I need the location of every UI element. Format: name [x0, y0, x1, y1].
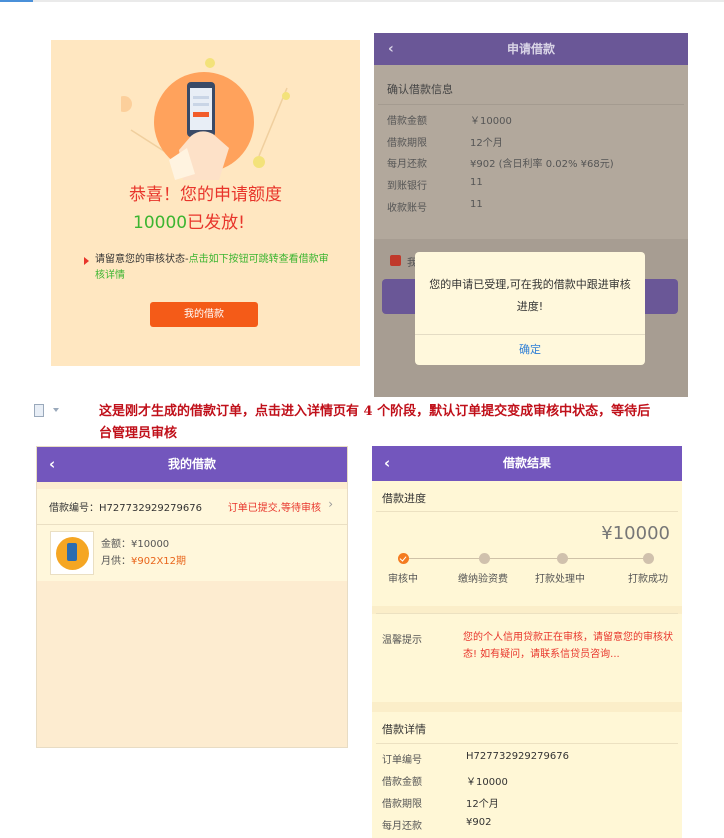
confirm-dialog: 您的申请已受理,可在我的借款中跟进审核进度! 确定	[415, 252, 645, 365]
tip-label: 温馨提示	[382, 635, 422, 646]
detail-label: 每月还款	[382, 821, 422, 832]
tip-prefix: 请留意您的审核状态-	[95, 254, 189, 265]
apply-loan-screen: ‹ 申请借款 确认借款信息 借款金额 ￥10000 借款期限 12个月 每月还款 ¥9…	[374, 33, 688, 397]
my-loans-screen: ‹ 我的借款 借款编号：H727732929279676 订单已提交,等待审核 …	[36, 446, 348, 748]
detail-title: 借款详情	[382, 723, 426, 736]
dialog-ok-button[interactable]: 确定	[415, 334, 645, 365]
info-row: 到账银行 11	[387, 177, 483, 192]
dialog-message: 您的申请已受理,可在我的借款中跟进审核进度!	[429, 278, 631, 313]
row-label: 每月还款	[387, 159, 427, 170]
detail-value: H727732929279676	[466, 751, 569, 762]
loan-result-screen: ‹ 借款结果 借款进度 ¥10000 审核中 缴纳验资费 打款处理中 打款成功 …	[372, 446, 682, 838]
agree-checkbox[interactable]	[390, 255, 401, 266]
step-label: 审核中	[388, 574, 418, 585]
header-bar: ‹ 我的借款	[37, 447, 347, 482]
row-value: 11	[470, 199, 483, 210]
detail-value: ￥10000	[466, 777, 508, 788]
loan-amount: 金额：¥10000	[101, 539, 170, 550]
page-title: 我的借款	[167, 457, 216, 471]
amount-released: 10000已发放!	[133, 208, 245, 233]
chevron-right-icon[interactable]: ›	[328, 497, 333, 511]
caret-right-icon	[84, 257, 89, 265]
progress-title: 借款进度	[382, 492, 426, 505]
order-status: 订单已提交,等待审核	[227, 503, 321, 514]
row-label: 到账银行	[387, 181, 427, 192]
row-value: ￥10000	[470, 116, 512, 127]
document-icon[interactable]	[34, 404, 44, 417]
detail-label: 借款期限	[382, 799, 422, 810]
detail-value: 12个月	[466, 799, 499, 810]
released-text: 已发放!	[187, 213, 245, 233]
progress-track	[405, 558, 649, 559]
divider	[378, 104, 684, 105]
step-label: 打款成功	[628, 574, 668, 585]
step-dot	[557, 553, 568, 564]
row-label: 借款金额	[387, 116, 427, 127]
caption-text: 这是刚才生成的借款订单，点击进入详情页有 4 个阶段，默认订单提交变成审核中状态…	[99, 404, 651, 441]
divider	[376, 511, 678, 512]
step-dot	[643, 553, 654, 564]
detail-value: ¥902	[466, 817, 492, 828]
row-value: ¥902 (含日利率 0.02% ¥68元)	[470, 159, 614, 170]
detail-label: 订单编号	[382, 755, 422, 766]
page-title: 申请借款	[506, 42, 555, 56]
detail-label: 借款金额	[382, 777, 422, 788]
top-border	[0, 0, 724, 2]
step-label: 打款处理中	[535, 574, 585, 585]
header-bar: ‹ 申请借款	[374, 33, 688, 65]
step-label: 缴纳验资费	[458, 574, 508, 585]
info-row: 借款期限 12个月	[387, 134, 503, 149]
success-screen: 恭喜！您的申请额度 10000已发放! 请留意您的审核状态-点击如下按钮可跳转查…	[51, 40, 360, 366]
info-row: 每月还款 ¥902 (含日利率 0.02% ¥68元)	[387, 155, 614, 170]
congrats-text: 恭喜！您的申请额度	[129, 185, 282, 205]
phone-icon	[67, 543, 77, 561]
section-gap	[372, 702, 682, 712]
divider	[376, 743, 678, 744]
monthly-payment: 月供：¥902X12期	[101, 552, 186, 567]
divider	[376, 613, 678, 614]
dropdown-arrow-icon[interactable]	[53, 408, 59, 412]
step-dot-active	[398, 553, 409, 564]
row-label: 收款账号	[387, 203, 427, 214]
monthly-label: 月供：	[101, 556, 131, 567]
tip-text: 您的个人信用贷款正在审核，请留意您的审核状态! 如有疑问，请联系信贷员咨询...	[463, 632, 673, 660]
progress-amount: ¥10000	[601, 523, 670, 544]
my-loans-button[interactable]: 我的借款	[150, 302, 258, 327]
approved-amount: 10000	[133, 213, 188, 233]
info-row: 收款账号 11	[387, 199, 483, 214]
step-dot	[479, 553, 490, 564]
row-label: 借款期限	[387, 138, 427, 149]
order-id: 借款编号：H727732929279676	[49, 503, 202, 514]
row-value: 11	[470, 177, 483, 188]
divider	[37, 524, 347, 525]
section-title: 确认借款信息	[387, 83, 453, 96]
loan-thumbnail	[50, 531, 94, 575]
loan-order-card[interactable]: 借款编号：H727732929279676 订单已提交,等待审核 › 金额：¥1…	[37, 489, 347, 581]
info-row: 借款金额 ￥10000	[387, 112, 512, 127]
top-accent	[0, 0, 33, 2]
phone-hand-illustration	[121, 58, 290, 180]
row-value: 12个月	[470, 138, 503, 149]
review-tip: 请留意您的审核状态-点击如下按钮可跳转查看借款审核详情	[95, 252, 331, 284]
page-title: 借款结果	[502, 456, 551, 470]
header-bar: ‹ 借款结果	[372, 446, 682, 481]
monthly-value: ¥902X12期	[131, 556, 187, 567]
